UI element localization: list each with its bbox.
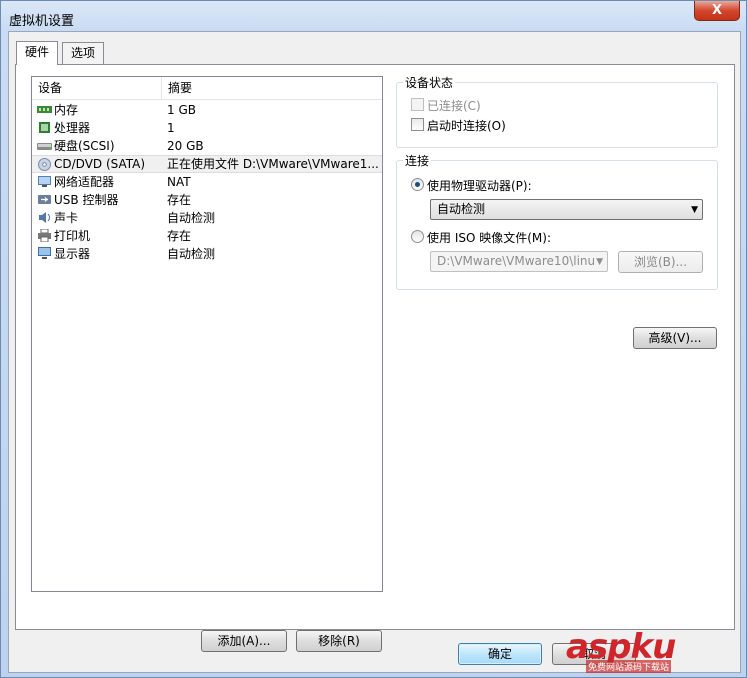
processor-icon bbox=[39, 122, 50, 133]
sound-card-icon bbox=[39, 212, 50, 223]
physical-drive-value: 自动检测 bbox=[437, 202, 486, 216]
device-summary: 存在 bbox=[167, 193, 192, 207]
device-row-sound-card[interactable]: 声卡 自动检测 bbox=[32, 209, 382, 227]
tab-hardware[interactable]: 硬件 bbox=[16, 41, 59, 65]
device-summary: 存在 bbox=[167, 229, 192, 243]
window-title: 虚拟机设置 bbox=[9, 14, 75, 29]
device-row-memory[interactable]: 内存 1 GB bbox=[32, 101, 382, 119]
device-name: 内存 bbox=[54, 103, 79, 117]
device-summary: 20 GB bbox=[167, 139, 204, 153]
device-name: 处理器 bbox=[54, 121, 91, 135]
connection-title: 连接 bbox=[403, 152, 432, 169]
device-row-processor[interactable]: 处理器 1 bbox=[32, 119, 382, 137]
client-area: 硬件 选项 设备 摘要 内存 1 GB 处理器 1 硬盘(SCSI) 20 GB… bbox=[8, 31, 741, 673]
device-summary: 1 bbox=[167, 121, 175, 135]
device-status-group: 设备状态 已连接(C) 启动时连接(O) bbox=[396, 74, 718, 148]
device-name: 网络适配器 bbox=[54, 175, 115, 189]
watermark-logo: aspku 免费网站源码下载站 bbox=[566, 627, 736, 673]
add-device-button[interactable]: 添加(A)... bbox=[201, 630, 287, 652]
device-row-printer[interactable]: 打印机 存在 bbox=[32, 227, 382, 245]
printer-icon bbox=[38, 229, 51, 242]
advanced-button[interactable]: 高级(V)... bbox=[633, 327, 717, 349]
device-name: 硬盘(SCSI) bbox=[54, 139, 115, 153]
device-row-usb-controller[interactable]: USB 控制器 存在 bbox=[32, 191, 382, 209]
dropdown-arrow-icon: ▼ bbox=[594, 253, 603, 271]
network-adapter-icon bbox=[38, 176, 51, 187]
physical-drive-radio[interactable] bbox=[411, 178, 424, 191]
device-row-cd-dvd[interactable]: CD/DVD (SATA) 正在使用文件 D:\VMware\VMware1..… bbox=[32, 155, 382, 173]
iso-image-path-combo[interactable]: D:\VMware\VMware10\linux ▼ bbox=[430, 251, 608, 272]
tab-hardware-label: 硬件 bbox=[25, 45, 50, 59]
title-bar[interactable]: 虚拟机设置 X bbox=[1, 1, 746, 35]
hardware-panel: 设备 摘要 内存 1 GB 处理器 1 硬盘(SCSI) 20 GB CD/DV… bbox=[15, 64, 735, 652]
device-list[interactable]: 设备 摘要 内存 1 GB 处理器 1 硬盘(SCSI) 20 GB CD/DV… bbox=[31, 76, 383, 592]
tab-options-label: 选项 bbox=[71, 46, 96, 60]
iso-image-path-value: D:\VMware\VMware10\linux bbox=[437, 254, 603, 268]
device-summary: 自动检测 bbox=[167, 211, 216, 225]
connected-label: 已连接(C) bbox=[427, 99, 481, 113]
iso-image-label: 使用 ISO 映像文件(M): bbox=[427, 231, 551, 245]
display-icon bbox=[38, 247, 51, 259]
device-row-hard-disk[interactable]: 硬盘(SCSI) 20 GB bbox=[32, 137, 382, 155]
cd-dvd-icon bbox=[38, 158, 51, 171]
remove-device-button[interactable]: 移除(R) bbox=[296, 630, 382, 652]
ok-button[interactable]: 确定 bbox=[458, 643, 542, 665]
dropdown-arrow-icon: ▼ bbox=[691, 205, 698, 215]
hard-disk-icon bbox=[37, 143, 52, 150]
device-summary: 正在使用文件 D:\VMware\VMware1... bbox=[167, 157, 379, 171]
list-header: 设备 摘要 bbox=[32, 77, 382, 100]
device-name: 打印机 bbox=[54, 229, 91, 243]
dialog-window: 虚拟机设置 X 硬件 选项 设备 摘要 内存 1 GB 处理器 1 硬盘(SCS… bbox=[0, 0, 747, 678]
tab-options[interactable]: 选项 bbox=[62, 42, 105, 64]
usb-icon bbox=[38, 195, 51, 204]
device-name: 显示器 bbox=[54, 247, 91, 261]
close-icon: X bbox=[711, 3, 723, 18]
device-name: CD/DVD (SATA) bbox=[54, 157, 146, 171]
iso-image-radio[interactable] bbox=[411, 230, 424, 243]
device-name: USB 控制器 bbox=[54, 193, 119, 207]
watermark-subtitle: 免费网站源码下载站 bbox=[586, 660, 672, 673]
connect-at-power-on-checkbox[interactable] bbox=[411, 118, 424, 131]
device-summary: 自动检测 bbox=[167, 247, 216, 261]
column-header-summary[interactable]: 摘要 bbox=[162, 77, 382, 99]
memory-icon bbox=[37, 106, 52, 113]
device-summary: NAT bbox=[167, 175, 191, 189]
physical-drive-select[interactable]: 自动检测 ▼ bbox=[430, 199, 703, 220]
connection-group: 连接 使用物理驱动器(P): 自动检测 ▼ 使用 ISO 映像文件(M): D:… bbox=[396, 152, 718, 290]
connected-checkbox[interactable] bbox=[411, 98, 424, 111]
close-button[interactable]: X bbox=[694, 1, 740, 21]
physical-drive-label: 使用物理驱动器(P): bbox=[427, 179, 532, 193]
device-status-title: 设备状态 bbox=[403, 74, 456, 91]
browse-button[interactable]: 浏览(B)... bbox=[618, 251, 703, 273]
device-row-network-adapter[interactable]: 网络适配器 NAT bbox=[32, 173, 382, 191]
device-name: 声卡 bbox=[54, 211, 79, 225]
connect-at-power-on-label: 启动时连接(O) bbox=[427, 119, 506, 133]
device-row-display[interactable]: 显示器 自动检测 bbox=[32, 245, 382, 263]
device-summary: 1 GB bbox=[167, 103, 196, 117]
column-header-device[interactable]: 设备 bbox=[32, 77, 162, 99]
